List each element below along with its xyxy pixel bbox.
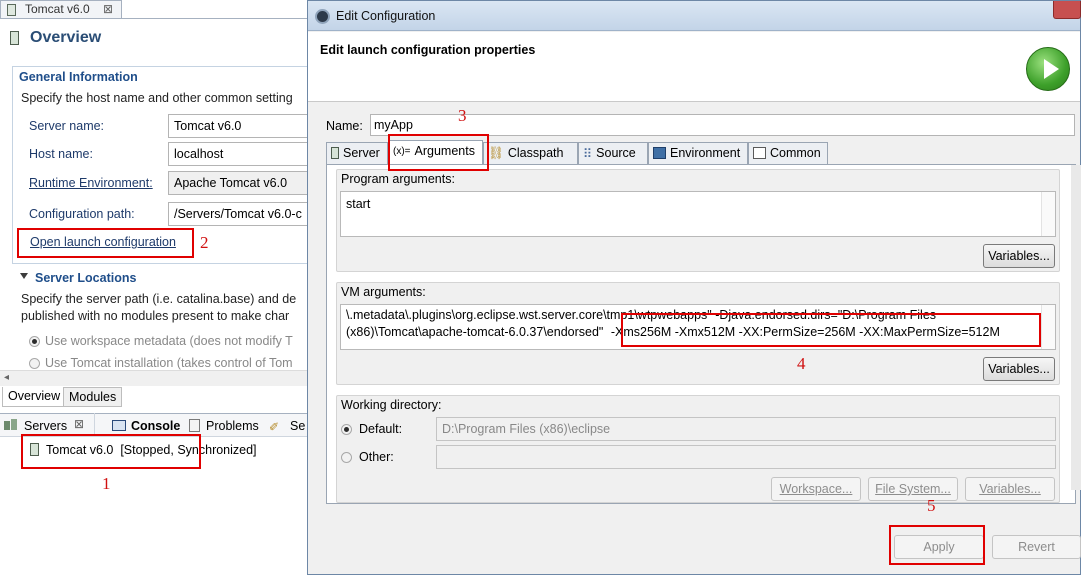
name-label: Name: <box>326 119 363 133</box>
tab-source[interactable]: ⠿ Source <box>578 142 648 164</box>
general-info-header[interactable]: General Information <box>19 70 138 84</box>
page-title: Overview <box>30 29 102 46</box>
tab-classpath[interactable]: ⛓ Classpath <box>483 142 578 164</box>
tab-problems[interactable]: Problems <box>206 419 259 433</box>
tab-console[interactable]: Console <box>131 419 180 433</box>
tab-servers[interactable]: Servers <box>24 419 67 433</box>
tab-source-label: Source <box>596 146 636 160</box>
vertical-scrollbar[interactable] <box>1041 192 1055 236</box>
configuration-path-field[interactable]: /Servers/Tomcat v6.0-c <box>168 202 312 226</box>
name-input[interactable]: myApp <box>370 114 1075 136</box>
tab-modules[interactable]: Modules <box>63 387 123 407</box>
program-arguments-value: start <box>346 197 371 211</box>
tab-search[interactable]: Se <box>290 419 305 433</box>
working-directory-label: Working directory: <box>341 398 442 412</box>
runtime-environment-link[interactable]: Runtime Environment: <box>29 176 153 190</box>
server-name-field[interactable]: Tomcat v6.0 <box>168 114 312 138</box>
annotation-number-5: 5 <box>927 496 936 515</box>
environment-icon <box>653 147 666 159</box>
dialog-header: Edit launch configuration properties <box>308 32 1080 102</box>
tab-environment-label: Environment <box>670 146 741 160</box>
other-directory-radio[interactable] <box>341 452 352 463</box>
program-arguments-label: Program arguments: <box>341 172 455 186</box>
dialog-title: Edit Configuration <box>336 9 436 23</box>
server-name-label: Server name: <box>29 119 105 133</box>
annotation-box-1 <box>21 434 201 469</box>
common-icon <box>753 147 766 159</box>
locations-description-1: Specify the server path (i.e. catalina.b… <box>21 292 297 306</box>
server-icon <box>331 147 339 159</box>
server-editor: Tomcat v6.0 ⊠ Overview General Informati… <box>0 0 312 575</box>
server-icon <box>7 4 16 16</box>
workspace-metadata-label: Use workspace metadata (does not modify … <box>45 334 293 348</box>
host-name-field[interactable]: localhost <box>168 142 312 166</box>
scroll-left-icon[interactable]: ◂ <box>4 372 9 383</box>
vm-arguments-line-2: (x86)\Tomcat\apache-tomcat-6.0.37\endors… <box>346 325 604 339</box>
annotation-number-2: 2 <box>200 233 209 252</box>
problems-icon <box>189 419 200 432</box>
server-locations-header[interactable]: Server Locations <box>35 271 136 285</box>
other-label: Other: <box>359 450 394 464</box>
editor-tab-label: Tomcat v6.0 <box>25 2 90 16</box>
vm-arguments-label: VM arguments: <box>341 285 426 299</box>
file-system-button[interactable]: File System... <box>868 477 958 501</box>
dialog-header-title: Edit launch configuration properties <box>320 43 536 57</box>
workspace-button[interactable]: Workspace... <box>771 477 861 501</box>
source-icon: ⠿ <box>583 147 593 161</box>
other-directory-field[interactable] <box>436 445 1056 469</box>
default-label: Default: <box>359 422 403 436</box>
console-icon <box>112 420 126 431</box>
locations-description-2: published with no modules present to mak… <box>21 309 290 323</box>
tab-common[interactable]: Common <box>748 142 828 164</box>
search-icon: ✐ <box>269 420 280 434</box>
workspace-metadata-radio[interactable] <box>29 336 40 347</box>
annotation-number-4: 4 <box>797 354 806 373</box>
program-variables-button[interactable]: Variables... <box>983 244 1055 268</box>
program-arguments-group: Program arguments: start Variables... <box>336 169 1060 272</box>
vertical-scrollbar[interactable] <box>1041 305 1055 349</box>
tab-classpath-label: Classpath <box>507 146 564 160</box>
editor-divider <box>0 18 312 19</box>
close-icon[interactable]: ⊠ <box>74 417 84 431</box>
tab-server-label: Server <box>343 146 380 160</box>
horizontal-scrollbar[interactable]: ◂ <box>0 370 312 386</box>
tomcat-installation-label: Use Tomcat installation (takes control o… <box>45 356 293 370</box>
working-directory-group: Working directory: Default: D:\Program F… <box>336 395 1060 503</box>
annotation-number-3: 3 <box>458 106 467 125</box>
annotation-box-2 <box>17 228 194 258</box>
runtime-environment-select[interactable]: Apache Tomcat v6.0 <box>168 171 312 195</box>
default-directory-field[interactable]: D:\Program Files (x86)\eclipse <box>436 417 1056 441</box>
close-icon[interactable]: ⊠ <box>103 2 113 16</box>
classpath-icon: ⛓ <box>488 146 504 160</box>
revert-button[interactable]: Revert <box>992 535 1081 559</box>
program-arguments-input[interactable]: start <box>340 191 1056 237</box>
directory-variables-button[interactable]: Variables... <box>965 477 1055 501</box>
vm-variables-button[interactable]: Variables... <box>983 357 1055 381</box>
annotation-number-1: 1 <box>102 474 111 493</box>
edit-configuration-dialog: Edit Configuration Edit launch configura… <box>307 0 1081 575</box>
dialog-scrollbar[interactable] <box>1071 165 1081 490</box>
tab-common-label: Common <box>770 146 821 160</box>
host-name-label: Host name: <box>29 147 93 161</box>
annotation-box-4 <box>621 313 1041 347</box>
window-close-button[interactable] <box>1053 1 1081 19</box>
eclipse-icon <box>315 9 330 24</box>
annotation-box-5 <box>889 525 985 565</box>
editor-tab[interactable]: Tomcat v6.0 ⊠ <box>0 0 122 18</box>
annotation-box-3 <box>388 134 489 171</box>
general-description: Specify the host name and other common s… <box>21 91 293 105</box>
servers-icon <box>4 419 18 431</box>
default-directory-radio[interactable] <box>341 424 352 435</box>
configuration-path-label: Configuration path: <box>29 207 135 221</box>
tab-overview[interactable]: Overview <box>2 387 67 407</box>
tab-server[interactable]: Server <box>326 142 388 164</box>
dialog-titlebar[interactable]: Edit Configuration <box>308 1 1081 31</box>
server-icon <box>10 31 19 45</box>
collapse-icon[interactable] <box>20 273 28 279</box>
tab-environment[interactable]: Environment <box>648 142 748 164</box>
run-icon <box>1026 47 1070 91</box>
tomcat-installation-radio[interactable] <box>29 358 40 369</box>
